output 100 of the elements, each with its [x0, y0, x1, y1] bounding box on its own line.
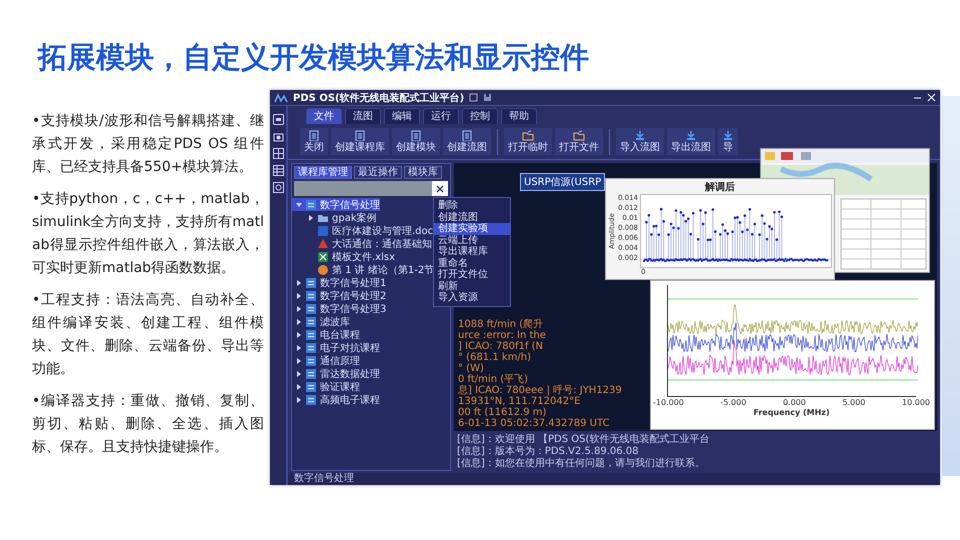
close-icon[interactable] — [436, 184, 444, 192]
expand-arrow-icon[interactable] — [296, 306, 302, 312]
tick-label: -5.000 — [720, 398, 746, 408]
console-line: [信息]：欢迎使用 【PDS OS(软件无线电装配式工业平台 — [457, 434, 710, 446]
download-icon — [634, 130, 646, 141]
toolbar-button[interactable]: 打开临时 — [504, 128, 552, 155]
search-field[interactable] — [294, 181, 432, 196]
log-line: ] ICAO: 780f1f (N — [458, 341, 543, 352]
tree-item[interactable]: 通信原理 — [292, 354, 360, 367]
panel-tab[interactable]: 最近操作 — [354, 166, 402, 179]
expand-arrow-icon[interactable] — [296, 384, 302, 390]
tick-label: 10.000 — [902, 398, 930, 408]
document-icon — [354, 130, 366, 141]
toolbar-button[interactable]: 创建流图 — [443, 128, 491, 155]
log-line: 00 ft (11612.9 m) — [458, 407, 546, 418]
tree-item[interactable]: 电台课程 — [292, 328, 360, 341]
pdf-icon — [317, 238, 329, 250]
log-line: 0 ft/min (平飞) — [458, 374, 528, 385]
tree-item[interactable]: gpak案例 — [292, 211, 377, 224]
grid-icon[interactable] — [272, 148, 284, 159]
menu-tab[interactable]: 编辑 — [384, 108, 420, 124]
tree-item[interactable]: 模板文件.xlsx — [292, 250, 396, 263]
module-icon — [305, 198, 317, 210]
expand-arrow-icon[interactable] — [296, 280, 302, 286]
tree-item[interactable]: 大话通信：通信基础知 — [292, 237, 432, 250]
expand-arrow-icon[interactable] — [296, 370, 302, 376]
toolbar-button[interactable]: 导出流图 — [667, 128, 715, 155]
module-icon — [305, 368, 317, 380]
tree-item[interactable]: 数字信号处理2 — [292, 289, 386, 302]
download-icon — [685, 130, 697, 141]
menu-tab[interactable]: 文件 — [306, 108, 342, 124]
document-icon — [461, 130, 473, 141]
module-icon — [305, 342, 317, 354]
menu-item[interactable]: 打开文件位 — [434, 269, 510, 280]
tree-item[interactable]: 滤波库 — [292, 315, 350, 328]
tree-item[interactable]: 数字信号处理3 — [292, 302, 386, 315]
bullet-paragraph: •编译器支持：重做、撤销、复制、剪切、粘贴、删除、全选、插入图标、保存。且支持快捷键操作。 — [32, 392, 264, 457]
menu-item[interactable]: 刷新 — [434, 280, 510, 292]
tree-item[interactable]: 雷达数据处理 — [292, 367, 380, 380]
expand-arrow-icon[interactable] — [296, 396, 302, 402]
slide-title: 拓展模块，自定义开发模块算法和显示控件 — [38, 39, 589, 76]
tree-item[interactable]: 数字信号处理 — [292, 198, 380, 211]
document-icon — [317, 224, 329, 236]
toolbar-button[interactable]: 导 — [718, 128, 738, 155]
menu-tab[interactable]: 控制 — [462, 108, 498, 124]
menu-item[interactable]: 创建流图 — [434, 212, 510, 223]
log-line: 息] ICAO: 780eee | 呼号: JYH1239 — [458, 385, 622, 396]
log-line: ° (681.1 km/h) — [458, 352, 532, 363]
toolbar-button[interactable]: 创建课程库 — [331, 128, 389, 155]
expand-arrow-icon[interactable] — [296, 318, 302, 324]
camera-icon[interactable] — [272, 131, 284, 142]
tree-item[interactable]: 电子对抗课程 — [292, 341, 380, 354]
module-icon — [305, 276, 317, 288]
toolbar-button[interactable]: 打开文件 — [555, 128, 603, 155]
document-icon — [410, 130, 422, 141]
module-icon — [305, 380, 317, 392]
menu-tab[interactable]: 流图 — [345, 108, 381, 124]
flowgraph-block[interactable]: USRP信源(USRP — [520, 173, 606, 191]
menu-tab[interactable]: 运行 — [423, 108, 459, 124]
bullet-paragraph: •工程支持：语法高亮、自动补全、组件编译安装、创建工程、组件模块、文件、删除、云端备份、导出等功能。 — [32, 291, 264, 379]
panel-icon[interactable] — [272, 114, 284, 125]
spreadsheet-icon — [317, 250, 329, 262]
tree-item[interactable]: 第 1 讲 绪论（第1-2节 — [292, 263, 434, 276]
download-icon — [722, 130, 734, 141]
expand-arrow-icon[interactable] — [296, 344, 302, 350]
expand-arrow-icon[interactable] — [296, 292, 302, 298]
table-icon[interactable] — [272, 165, 284, 176]
save-icon[interactable] — [483, 93, 492, 102]
menu-item[interactable]: 导入资源 — [434, 292, 510, 304]
menu-item[interactable]: 重命名 — [434, 258, 510, 269]
module-icon — [305, 354, 317, 366]
expand-arrow-icon[interactable] — [308, 214, 314, 220]
console-line: [信息]：如您在使用中有任何问题，请与我们进行联系。 — [457, 458, 705, 470]
log-line: 6-01-13 05:02:37.432789 UTC — [458, 418, 610, 429]
folder-icon — [522, 130, 534, 141]
expand-arrow-icon[interactable] — [296, 332, 302, 338]
tree-item[interactable]: 高频电子课程 — [292, 393, 380, 406]
menu-item[interactable]: 删除 — [434, 200, 510, 212]
panel-tab[interactable]: 模块库 — [404, 166, 442, 179]
toolbar-button[interactable]: 关闭 — [300, 128, 328, 155]
tree-item[interactable]: 验证课程 — [292, 380, 360, 393]
tree-item[interactable]: 医疗体建设与管理.doc — [292, 224, 434, 237]
console-line: [信息]：版本号为：PDS.V2.5.89.06.08 — [457, 446, 639, 458]
status-bar: 数字信号处理 — [288, 473, 940, 485]
toolbar-button[interactable]: 创建模块 — [392, 128, 440, 155]
target-icon[interactable] — [272, 182, 284, 193]
menu-item[interactable]: 云端上传 — [434, 234, 510, 246]
menu-item[interactable]: 导出课程库 — [434, 246, 510, 258]
menu-tab[interactable]: 帮助 — [501, 108, 537, 124]
window-icon[interactable] — [469, 93, 478, 102]
expand-arrow-icon[interactable] — [296, 202, 302, 208]
menu-item[interactable]: 创建实验项 — [434, 223, 510, 234]
toolbar-button[interactable]: 导入流图 — [616, 128, 664, 155]
panel-tab[interactable]: 课程库管理 — [294, 166, 352, 179]
expand-arrow-icon[interactable] — [296, 358, 302, 364]
tick-label: 0.000 — [782, 398, 806, 408]
tree-item[interactable]: 数字信号处理1 — [292, 276, 386, 289]
module-icon — [305, 328, 317, 340]
module-icon — [305, 290, 317, 302]
window-title: PDS OS(软件无线电装配式工业平台) — [293, 92, 464, 104]
